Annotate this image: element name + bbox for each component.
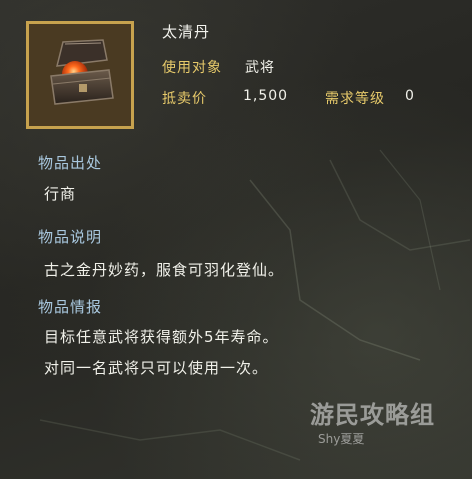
source-title: 物品出处 (38, 154, 103, 172)
source-text: 行商 (44, 185, 77, 203)
desc-text: 古之金丹妙药，服食可羽化登仙。 (44, 261, 285, 279)
info-line-1: 目标任意武将获得额外5年寿命。 (44, 328, 279, 346)
price-label: 抵卖价 (162, 91, 207, 107)
info-line-2: 对同一名武将只可以使用一次。 (44, 359, 269, 377)
watermark-site: 游民攻略组 (310, 401, 435, 429)
item-name: 太清丹 (162, 23, 211, 41)
user-label: 使用对象 (162, 60, 222, 76)
level-label: 需求等级 (325, 91, 385, 107)
item-portrait (26, 21, 134, 129)
price-value: 1,500 (243, 88, 289, 104)
info-title: 物品情报 (38, 298, 103, 316)
user-value: 武将 (245, 60, 275, 76)
level-value: 0 (405, 88, 415, 104)
desc-title: 物品说明 (38, 228, 103, 246)
treasure-chest-icon (29, 24, 131, 126)
watermark-author: Shy夏夏 (318, 432, 365, 446)
